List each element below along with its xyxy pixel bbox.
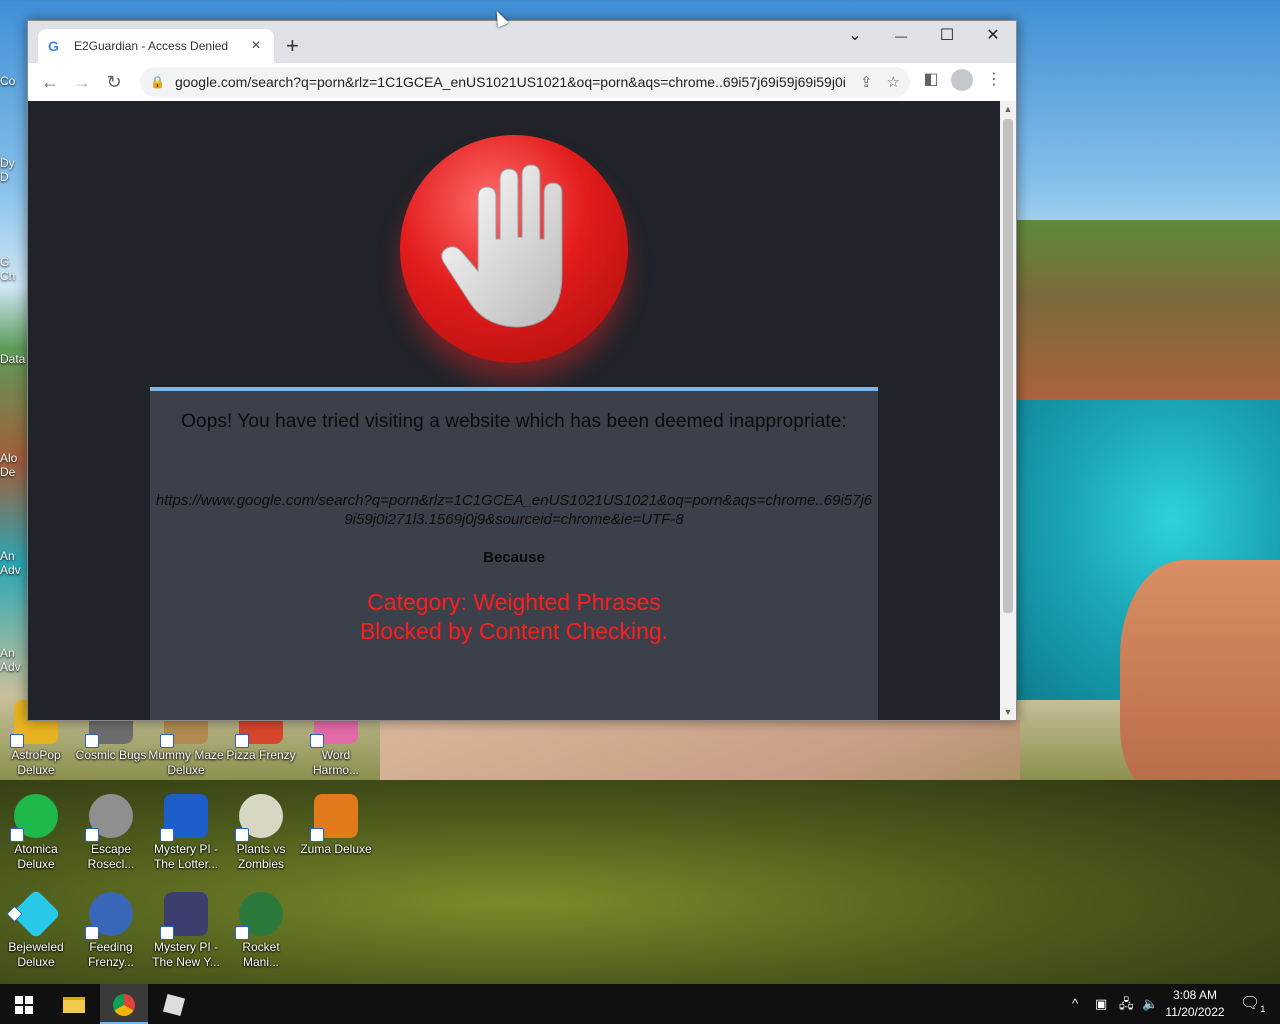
page-scrollbar[interactable]: ▲ ▼ bbox=[1000, 101, 1016, 720]
taskbar: ^ ▣ 🖧 🔈 3:08 AM 11/20/2022 🗨1 bbox=[0, 984, 1280, 1024]
notification-count: 1 bbox=[1260, 1004, 1266, 1015]
address-bar[interactable]: 🔒 google.com/search?q=porn&rlz=1C1GCEA_e… bbox=[140, 67, 910, 97]
maximize-button[interactable]: ☐ bbox=[924, 21, 970, 53]
blocked-page: Oops! You have tried visiting a website … bbox=[28, 101, 1000, 720]
left-edge-label[interactable]: G bbox=[0, 255, 28, 269]
plants-vs-zombies-icon bbox=[235, 794, 283, 842]
escape-rosecliff-icon bbox=[85, 794, 133, 842]
desktop-icon-zuma[interactable]: Zuma Deluxe bbox=[298, 794, 374, 857]
background-cliff bbox=[1016, 220, 1280, 410]
left-edge-label[interactable]: Alo bbox=[0, 451, 28, 465]
desktop-icon-atomica[interactable]: Atomica Deluxe bbox=[0, 794, 74, 872]
back-button[interactable]: ← bbox=[34, 72, 66, 93]
left-edge-label[interactable]: An bbox=[0, 549, 28, 563]
roblox-taskbar-button[interactable] bbox=[150, 984, 198, 1024]
browser-toolbar: ← → ↻ 🔒 google.com/search?q=porn&rlz=1C1… bbox=[28, 63, 1016, 101]
left-edge-label[interactable]: D bbox=[0, 170, 28, 184]
show-hidden-icons-button[interactable]: ^ bbox=[1072, 984, 1078, 1024]
chrome-taskbar-button[interactable] bbox=[100, 984, 148, 1024]
clock-time: 3:08 AM bbox=[1172, 988, 1218, 1002]
background-rocks bbox=[1120, 560, 1280, 800]
feeding-frenzy-icon bbox=[85, 892, 133, 940]
notification-icon: 🗨 bbox=[1240, 995, 1261, 1012]
file-explorer-button[interactable] bbox=[50, 984, 98, 1024]
desktop-icon-bejeweled[interactable]: Bejeweled Deluxe bbox=[0, 889, 74, 970]
tab-close-icon[interactable]: × bbox=[248, 37, 264, 55]
rocket-mania-icon bbox=[235, 892, 283, 940]
notification-center-button[interactable]: 🗨1 bbox=[1240, 984, 1265, 1024]
mystery-pi-icon bbox=[160, 892, 208, 940]
tab-strip: G E2Guardian - Access Denied × + ⌄ — ☐ ✕ bbox=[28, 21, 1016, 63]
desktop-icon-plants-vs-zombies[interactable]: Plants vs Zombies bbox=[223, 794, 299, 872]
roblox-icon bbox=[162, 994, 186, 1017]
block-message-card: Oops! You have tried visiting a website … bbox=[150, 387, 878, 720]
system-clock[interactable]: 3:08 AM 11/20/2022 bbox=[1160, 987, 1230, 1021]
new-tab-button[interactable]: + bbox=[286, 34, 299, 58]
minimize-button[interactable]: — bbox=[878, 21, 924, 53]
left-edge-label[interactable]: Adv bbox=[0, 563, 28, 577]
scroll-down-arrow-icon[interactable]: ▼ bbox=[1000, 707, 1016, 717]
tab-title: E2Guardian - Access Denied bbox=[74, 39, 229, 53]
tab-access-denied[interactable]: G E2Guardian - Access Denied × bbox=[38, 29, 274, 63]
address-url[interactable]: google.com/search?q=porn&rlz=1C1GCEA_enU… bbox=[175, 74, 846, 90]
scroll-up-arrow-icon[interactable]: ▲ bbox=[1000, 104, 1016, 114]
blocked-url: https://www.google.com/search?q=porn&rlz… bbox=[155, 492, 873, 528]
tab-search-button[interactable]: ⌄ bbox=[832, 21, 878, 53]
folder-icon bbox=[63, 997, 85, 1014]
windows-logo-icon bbox=[15, 996, 33, 1015]
block-category: Category: Weighted Phrases bbox=[367, 589, 661, 615]
reload-button[interactable]: ↻ bbox=[98, 72, 130, 93]
block-heading: Oops! You have tried visiting a website … bbox=[181, 411, 847, 432]
scrollbar-thumb[interactable] bbox=[1003, 119, 1013, 613]
stop-hand-icon bbox=[400, 135, 628, 363]
because-label: Because bbox=[483, 549, 545, 566]
left-edge-label[interactable]: An bbox=[0, 646, 28, 660]
side-panel-icon[interactable]: ◧ bbox=[918, 69, 944, 89]
left-edge-label[interactable]: Ch bbox=[0, 269, 28, 283]
desktop-icon-mystery-pi-lottery[interactable]: Mystery PI - The Lotter... bbox=[148, 794, 224, 872]
bejeweled-icon bbox=[11, 889, 61, 939]
avatar bbox=[951, 69, 973, 91]
start-button[interactable] bbox=[0, 984, 48, 1024]
left-edge-label[interactable]: Adv bbox=[0, 660, 28, 674]
google-favicon-icon: G bbox=[48, 38, 59, 54]
volume-icon[interactable]: 🔈 bbox=[1142, 984, 1158, 1024]
tray-app-icon[interactable]: ▣ bbox=[1095, 984, 1107, 1024]
mystery-pi-icon bbox=[160, 794, 208, 842]
share-icon[interactable]: ⇪ bbox=[860, 73, 873, 91]
menu-kebab-icon[interactable]: ⋮ bbox=[981, 69, 1007, 89]
bookmark-star-icon[interactable]: ☆ bbox=[887, 73, 900, 91]
atomica-icon bbox=[10, 794, 58, 842]
left-edge-label[interactable]: Data bbox=[0, 352, 28, 366]
lock-icon[interactable]: 🔒 bbox=[150, 75, 165, 89]
left-edge-label[interactable]: De bbox=[0, 465, 28, 479]
profile-button[interactable] bbox=[949, 69, 975, 96]
close-window-button[interactable]: ✕ bbox=[970, 21, 1016, 53]
clock-date: 11/20/2022 bbox=[1165, 1005, 1225, 1019]
desktop-icon-feeding-frenzy[interactable]: Feeding Frenzy... bbox=[73, 892, 149, 970]
desktop-icon-mystery-pi-new-york[interactable]: Mystery PI - The New Y... bbox=[148, 892, 224, 970]
chrome-icon bbox=[113, 994, 135, 1017]
left-edge-label[interactable]: Dy bbox=[0, 156, 28, 170]
left-edge-label[interactable]: Co bbox=[0, 74, 28, 88]
forward-button[interactable]: → bbox=[66, 72, 98, 93]
zuma-icon bbox=[310, 794, 358, 842]
network-icon[interactable]: 🖧 bbox=[1119, 984, 1134, 1024]
hand-icon bbox=[441, 164, 563, 328]
desktop-icon-escape-rosecliff[interactable]: Escape Rosecl... bbox=[73, 794, 149, 872]
block-reason: Category: Weighted Phrases Blocked by Co… bbox=[150, 588, 878, 646]
browser-window: G E2Guardian - Access Denied × + ⌄ — ☐ ✕… bbox=[27, 20, 1017, 721]
block-method: Blocked by Content Checking. bbox=[359, 618, 669, 644]
desktop-icon-rocket-mania[interactable]: Rocket Mani... bbox=[223, 892, 299, 970]
